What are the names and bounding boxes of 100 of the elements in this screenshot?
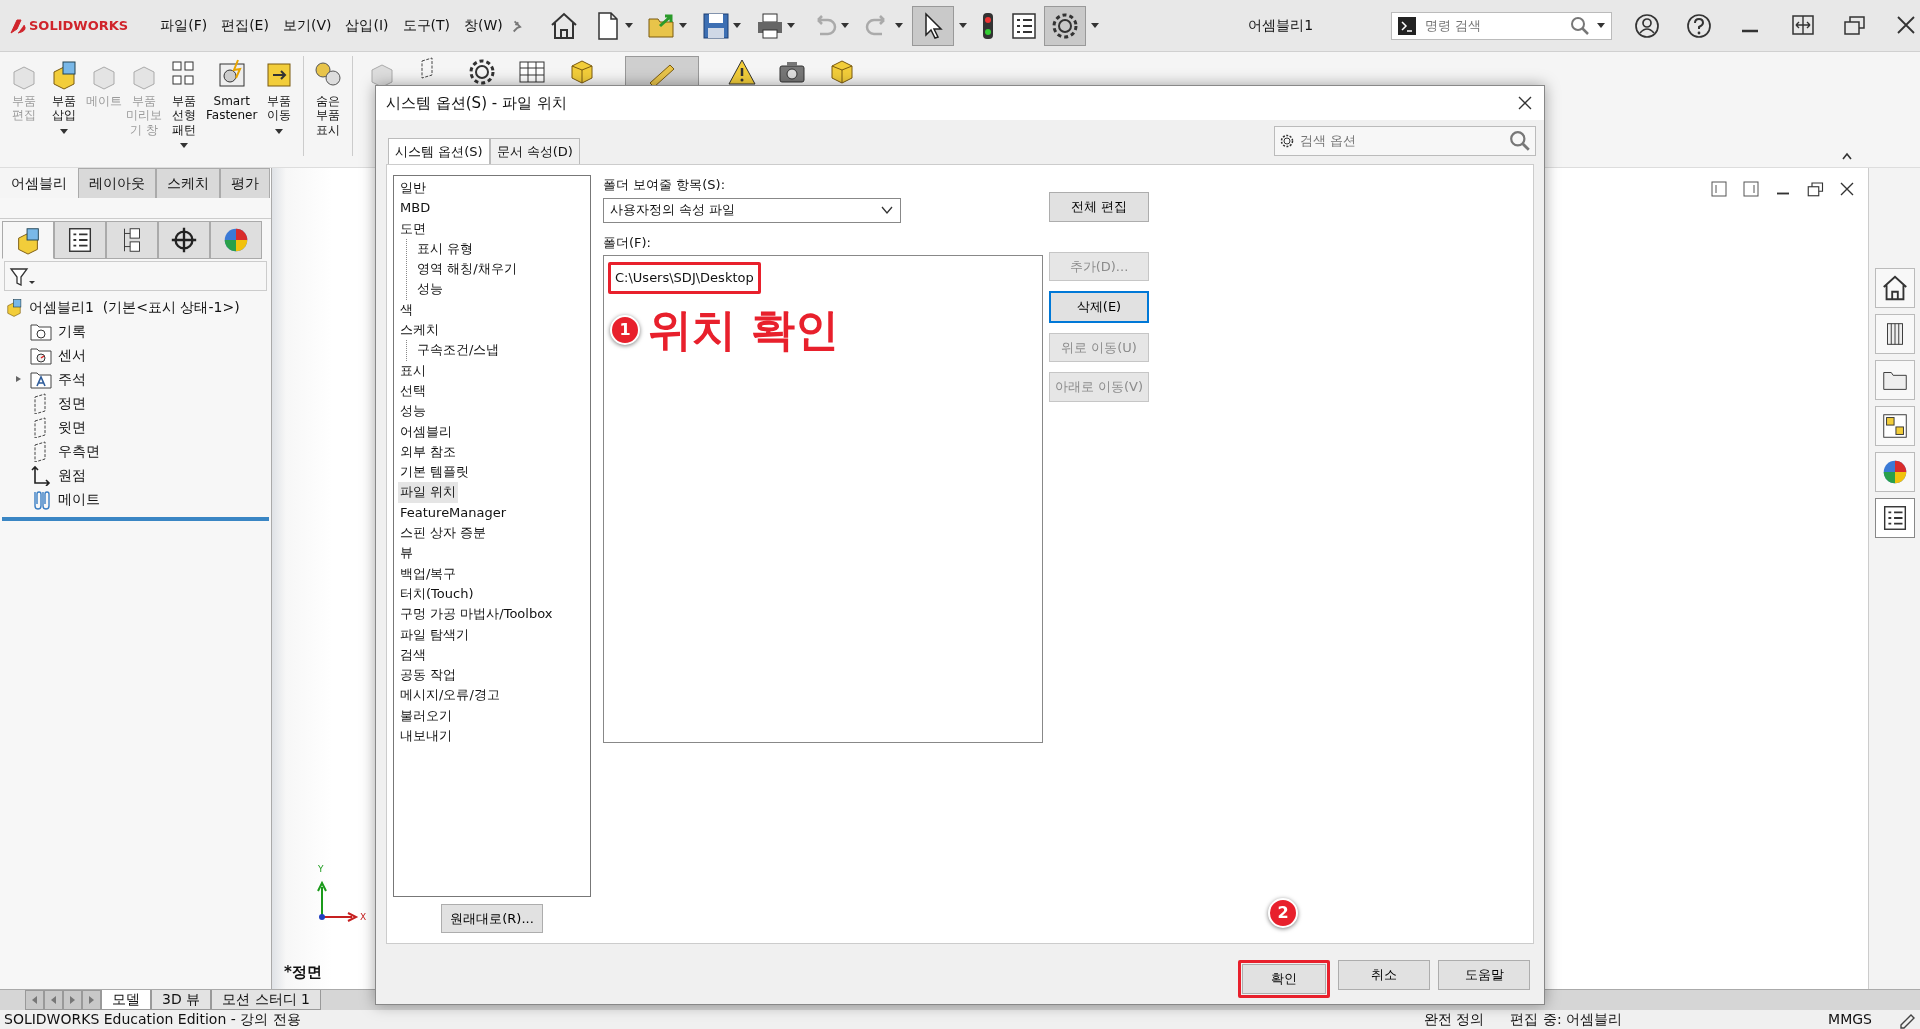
menu-item[interactable]: 편집(E) xyxy=(214,15,276,36)
command-tab[interactable]: 평가 xyxy=(220,168,270,198)
tree-item[interactable]: 주석 xyxy=(58,368,86,390)
ribbon-button[interactable]: Smart Fastener xyxy=(204,56,260,125)
caret-icon[interactable] xyxy=(1596,21,1606,30)
options-tree-item[interactable]: 영역 해칭/채우기 xyxy=(415,259,519,280)
options-tree-item[interactable]: 구멍 가공 마법사/Toolbox xyxy=(398,604,555,625)
options-tree-item[interactable]: 도면 xyxy=(398,218,428,239)
menu-item[interactable]: 도구(T) xyxy=(395,15,457,36)
menu-item[interactable]: 파일(F) xyxy=(153,15,215,36)
options-tab[interactable]: 시스템 옵션(S) xyxy=(388,137,490,164)
tree-item[interactable]: 센서 xyxy=(58,344,86,366)
field-label: 폴더(F): xyxy=(603,233,652,252)
tree-item[interactable]: 기록 xyxy=(58,320,86,342)
options-tree-item[interactable]: 스핀 상자 증분 xyxy=(398,523,489,544)
search-icon[interactable] xyxy=(1570,15,1590,36)
model-tab[interactable]: 3D 뷰 xyxy=(151,990,212,1010)
caret-icon[interactable] xyxy=(786,21,797,30)
caret-icon[interactable] xyxy=(732,21,743,30)
panel-tab[interactable] xyxy=(158,221,210,259)
options-tab[interactable]: 문서 속성(D) xyxy=(489,137,580,164)
crosshair-icon xyxy=(169,225,199,255)
command-tab[interactable]: 레이아웃 xyxy=(78,168,156,198)
options-tree-item[interactable]: 백업/복구 xyxy=(398,563,459,584)
options-tree-item[interactable]: 내보내기 xyxy=(398,726,454,747)
options-tree-item[interactable]: 파일 위치 xyxy=(398,482,459,503)
command-tab[interactable]: 스케치 xyxy=(156,168,220,198)
view-label: *정면 xyxy=(284,961,322,983)
dialog-button[interactable]: 취소 xyxy=(1338,960,1430,990)
panel-tab[interactable] xyxy=(106,221,158,259)
options-tree-item[interactable]: 색 xyxy=(398,299,415,321)
options-tree-item[interactable]: 구속조건/스냅 xyxy=(415,340,502,361)
folder-path[interactable]: C:\Users\SDJ\Desktop xyxy=(613,267,756,289)
menu-item[interactable]: 삽입(I) xyxy=(338,15,396,36)
assembly-icon xyxy=(4,297,24,317)
collapse-icon[interactable] xyxy=(1840,150,1854,162)
model-tab[interactable]: 모델 xyxy=(101,990,151,1010)
caret-icon[interactable] xyxy=(894,21,905,30)
terminal-icon xyxy=(1396,15,1417,36)
reset-button[interactable]: 원래대로(R)... xyxy=(441,903,543,933)
options-tree-item[interactable]: 외부 참조 xyxy=(398,441,459,463)
tree-item[interactable]: 어셈블리1 (기본<표시 상태-1>) xyxy=(29,296,240,318)
options-search-box[interactable]: 검색 옵션 xyxy=(1274,126,1536,156)
options-tree-item[interactable]: 기본 템플릿 xyxy=(398,462,472,483)
options-tree-item[interactable]: 선택 xyxy=(398,380,428,402)
caret-icon[interactable] xyxy=(678,21,689,30)
options-tree-item[interactable]: 메시지/오류/경고 xyxy=(398,685,502,706)
axis-label: Y xyxy=(318,863,324,876)
menu-item[interactable]: 창(W) xyxy=(457,15,510,36)
status-text: 완전 정의 xyxy=(1424,1010,1485,1029)
close-icon[interactable] xyxy=(1838,180,1856,198)
options-tree-item[interactable]: 성능 xyxy=(398,401,428,422)
options-tree-item[interactable]: 불러오기 xyxy=(398,705,454,726)
ribbon-button[interactable]: 숨은 부품 표시 xyxy=(308,56,349,140)
window-title: 어셈블리1 xyxy=(1247,16,1315,35)
command-tab[interactable]: 어셈블리 xyxy=(0,168,78,198)
tree-item[interactable]: 원점 xyxy=(58,464,86,486)
caret-icon[interactable] xyxy=(958,21,969,30)
user-icon[interactable] xyxy=(1634,12,1660,39)
tree-item[interactable]: 윗면 xyxy=(58,416,86,438)
origin-icon xyxy=(29,464,53,486)
ribbon-button[interactable]: 부품 이동 xyxy=(259,56,300,138)
caret-icon[interactable] xyxy=(624,21,635,30)
restore-icon[interactable] xyxy=(1806,180,1824,198)
options-tree-item[interactable]: 어셈블리 xyxy=(398,421,454,442)
options-tree-item[interactable]: FeatureManager xyxy=(398,502,509,524)
options-tree-item[interactable]: 스케치 xyxy=(398,320,441,341)
command-search-box[interactable]: 명령 검색 xyxy=(1390,11,1612,40)
search-icon[interactable] xyxy=(1509,130,1531,152)
tree-item[interactable]: 우측면 xyxy=(58,440,100,462)
options-tree-item[interactable]: 표시 유형 xyxy=(415,238,476,260)
options-tree-item[interactable]: 터치(Touch) xyxy=(398,583,476,605)
panel-tab[interactable] xyxy=(54,221,106,259)
options-tree-item[interactable]: 뷰 xyxy=(398,543,415,564)
show-folders-dropdown[interactable]: 사용자정의 속성 파일 xyxy=(603,197,901,223)
folder-action-button[interactable]: 전체 편집 xyxy=(1049,192,1149,222)
options-tree-item[interactable]: 파일 탐색기 xyxy=(398,624,472,645)
help-icon[interactable] xyxy=(1686,12,1712,39)
options-tree-item[interactable]: MBD xyxy=(398,198,433,219)
status-text: MMGS xyxy=(1828,1010,1872,1029)
menu-item[interactable]: 보기(V) xyxy=(275,15,339,36)
tree-item[interactable]: 정면 xyxy=(58,392,86,414)
dialog-title: 시스템 옵션(S) - 파일 위치 xyxy=(386,92,567,114)
options-tree-item[interactable]: 검색 xyxy=(398,644,428,666)
filter-icon[interactable] xyxy=(9,266,37,286)
caret-icon[interactable] xyxy=(1090,21,1101,30)
ribbon-button[interactable]: 부품 삽입 xyxy=(44,56,84,138)
model-tab[interactable]: 모션 스터디 1 xyxy=(211,990,321,1010)
caret-icon[interactable] xyxy=(840,21,851,30)
options-tree-item[interactable]: 일반 xyxy=(398,178,428,199)
options-tree-item[interactable]: 성능 xyxy=(415,279,445,300)
dialog-button[interactable]: 도움말 xyxy=(1438,960,1530,990)
close-icon[interactable] xyxy=(1516,94,1534,112)
tree-item[interactable]: 메이트 xyxy=(58,488,100,510)
options-tree-item[interactable]: 공동 작업 xyxy=(398,665,459,686)
folder-action-button[interactable]: 삭제(E) xyxy=(1049,291,1149,323)
dialog-button[interactable]: 확인 xyxy=(1242,964,1326,994)
ribbon-button[interactable]: 부품 선형 패턴 xyxy=(164,56,204,153)
options-search-field[interactable]: 검색 옵션 xyxy=(1298,130,1506,152)
options-tree-item[interactable]: 표시 xyxy=(398,360,428,381)
